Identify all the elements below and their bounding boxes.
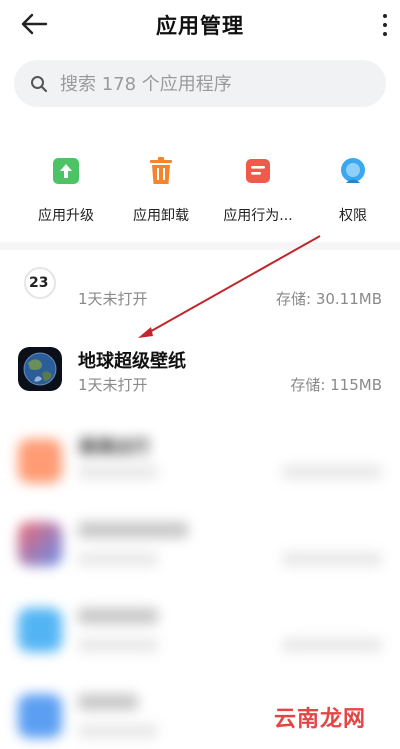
app-name: 滴滴出行 (78, 437, 150, 458)
blurred-placeholder (78, 638, 158, 652)
blurred-placeholder (78, 465, 158, 479)
app-list-item[interactable]: 23 1天未打开 存储: 30.11MB (0, 255, 400, 337)
calendar-date-badge: 23 (29, 275, 49, 291)
more-dot-icon (383, 14, 387, 18)
section-divider (0, 242, 400, 250)
search-bar[interactable] (14, 60, 386, 107)
behavior-icon (246, 159, 270, 183)
trash-icon (150, 157, 172, 184)
didi-app-icon (18, 439, 62, 483)
blurred-placeholder (78, 608, 158, 624)
watermark-logo: 云南龙网 (273, 707, 366, 732)
storage-size-text: 存储: 30.11MB (276, 290, 382, 308)
app-icon (18, 694, 62, 738)
last-opened-text: 1天未打开 (78, 290, 148, 308)
upgrade-icon (53, 158, 79, 184)
quick-action-label: 应用升级 (38, 208, 94, 224)
blurred-placeholder (78, 522, 188, 538)
quick-action-uninstall[interactable]: 应用卸载 (111, 150, 211, 225)
permission-icon (341, 158, 365, 183)
more-dot-icon (383, 23, 387, 27)
page-title: 应用管理 (156, 14, 244, 38)
blurred-placeholder (78, 694, 138, 710)
app-list-item[interactable] (0, 508, 400, 590)
blurred-placeholder (282, 465, 382, 479)
search-icon (31, 76, 48, 93)
blurred-placeholder (282, 638, 382, 652)
quick-action-label: 应用卸载 (133, 208, 189, 224)
quick-action-behavior[interactable]: 应用行为... (208, 150, 308, 225)
last-opened-text: 1天未打开 (78, 376, 148, 394)
search-input[interactable] (60, 69, 360, 99)
quick-action-upgrade[interactable]: 应用升级 (16, 150, 116, 225)
app-icon (18, 522, 62, 566)
app-name: 地球超级壁纸 (78, 351, 186, 372)
blurred-placeholder (282, 552, 382, 566)
top-app-bar: 应用管理 (0, 0, 400, 50)
app-list-item[interactable]: 地球超级壁纸 1天未打开 存储: 115MB (0, 333, 400, 415)
more-options-button[interactable] (380, 12, 390, 38)
more-dot-icon (383, 32, 387, 36)
blurred-placeholder (78, 552, 158, 566)
storage-size-text: 存储: 115MB (290, 376, 382, 394)
app-list-item[interactable] (0, 594, 400, 676)
quick-action-permission[interactable]: 权限 (303, 150, 400, 225)
app-icon (18, 608, 62, 652)
quick-actions: 应用升级 应用卸载 应用行为... 权限 (0, 150, 400, 230)
app-list-item[interactable]: 滴滴出行 (0, 425, 400, 507)
blurred-placeholder (78, 724, 158, 738)
quick-action-label: 权限 (339, 208, 367, 224)
quick-action-label: 应用行为... (223, 208, 293, 224)
earth-icon (18, 347, 62, 391)
